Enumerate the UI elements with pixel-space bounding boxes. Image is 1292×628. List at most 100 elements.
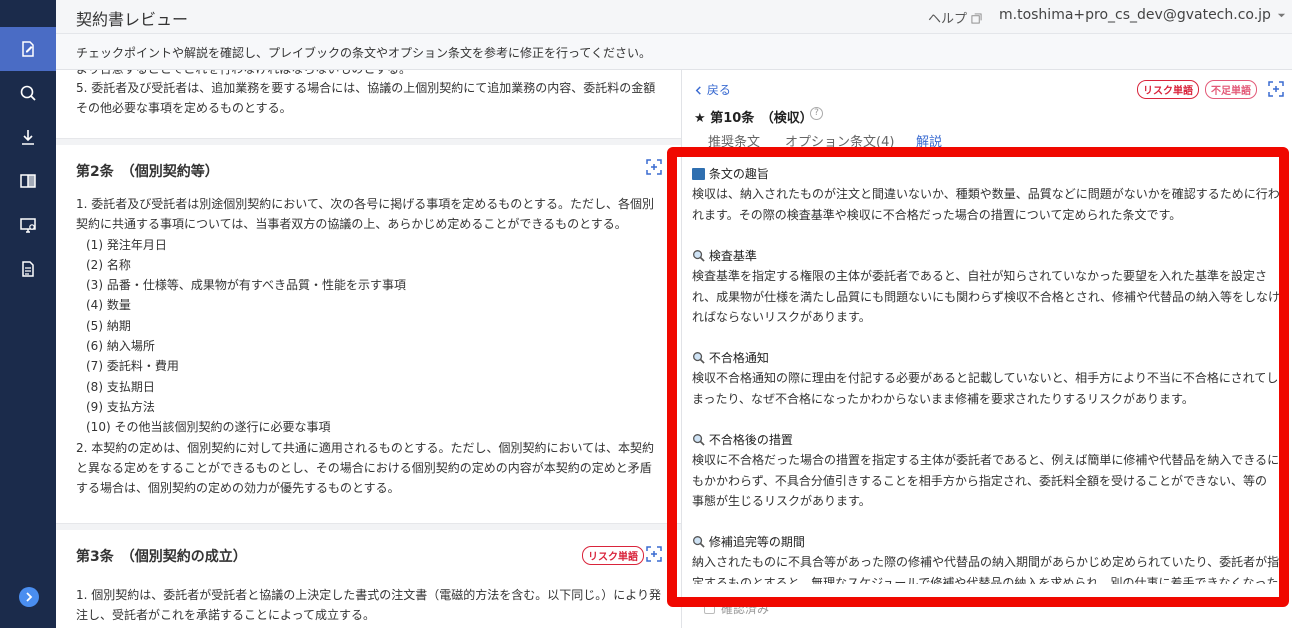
clause-line: 1. 個別契約は、委託者が受託者と協議の上決定した書式の注文書（電磁的方法を含む… [76,588,662,602]
tab-option-clauses[interactable]: オプション条文(4) [785,131,894,150]
contract-document: より合意することでこれを行わなければならないものとする。 5. 委託者及び受託者… [56,70,681,628]
document-nav-item[interactable] [0,247,56,291]
document-edit-icon [22,41,34,57]
risk-word-badge[interactable]: リスク単語 [582,546,644,565]
app-title: 契約書レビュー [76,10,189,29]
list-item: (4) 数量 [86,298,131,313]
help-link[interactable]: ヘルプ [928,8,982,27]
magnifier-icon [693,352,705,364]
confirmed-checkbox[interactable]: 確認済み [704,600,769,617]
section-heading: 不合格通知 [692,348,1282,368]
clause-line: 注し、受託者がこれを承諾することによって成立する。 [76,608,376,623]
magnifier-icon [693,434,705,446]
settings-nav-item[interactable] [0,203,56,247]
help-label: ヘルプ [928,12,968,27]
article-title: 第2条 （個別契約等） [76,164,219,180]
user-menu[interactable]: m.toshima+pro_cs_dev@gvatech.co.jp [999,7,1286,23]
focus-article-button[interactable] [646,546,662,562]
tab-recommended-clause[interactable]: 推奨条文 [708,131,760,150]
section-heading-text: 不合格後の措置 [708,433,793,447]
section-heading-text: 不合格通知 [708,351,769,365]
commentary-section: 不合格通知 検収不合格通知の際に理由を付記する必要があると記載していないと、相手… [692,348,1282,409]
risk-word-badge[interactable]: リスク単語 [1137,80,1199,99]
section-line: 検収は、納入されたものが注文と間違いないか、種類や数量、品質などに問題がないかを… [692,187,1280,202]
commentary-section: 検査基準 検査基準を指定する権限の主体が委託者であると、自社が知らされていなかっ… [692,246,1282,328]
clause-line: 契約に共通する事項については、当事者双方の協議の上、あらかじめ定めることができる… [76,217,627,232]
missing-word-badge[interactable]: 不足単語 [1205,80,1257,99]
list-item: (10) その他当該個別契約の遂行に必要な事項 [86,420,331,435]
tab-commentary[interactable]: 解説 [916,131,942,150]
review-nav-item[interactable] [0,27,56,71]
commentary-section: 条文の趣旨 検収は、納入されたものが注文と間違いないか、種類や数量、品質などに問… [692,164,1282,225]
search-nav-item[interactable] [0,71,56,115]
expand-icon [646,546,662,562]
list-item: (3) 品番・仕様等、成果物が有すべき品質・性能を示す事項 [86,278,406,293]
search-icon [20,85,36,101]
checkbox-box[interactable] [704,603,715,614]
clause-line: する場合は、個別契約の定めの効力が優先するものとする。 [76,481,400,496]
download-icon [22,130,34,145]
section-heading-text: 検査基準 [708,249,757,263]
section-heading: 不合格後の措置 [692,430,1282,450]
list-item: (2) 名称 [86,257,131,272]
section-line: れ、成果物が仕様を満たし品質にも問題ないにも関わらず検収不合格とされ、修補や代替… [692,289,1281,304]
external-link-icon [971,13,982,24]
clause-line: 1. 委託者及び受託者は別途個別契約において、次の各号に掲げる事項を定めるものと… [76,197,654,211]
download-nav-item[interactable] [0,115,56,159]
section-line: ればならないリスクがあります。 [692,310,871,325]
instruction-text: チェックポイントや解説を確認し、プレイブックの条文やオプション条文を参考に修正を… [76,46,652,60]
clause-line: その他必要な事項を定めるものとする。 [76,101,292,115]
clause-line: 5. 委託者及び受託者は、追加業務を要する場合には、協議の上個別契約にて追加業務… [76,81,656,95]
section-line: もかかわらず、不具合分値引きすることを相手方から指定され、委託料全額を受けること… [692,473,1268,488]
clause-line: と異なる定めをすることができるものとし、その場合における個別契約の定めの内容が本… [76,460,652,475]
list-item: (9) 支払方法 [86,399,155,414]
caret-down-icon [1278,13,1286,18]
focus-panel-button[interactable] [1268,81,1284,97]
commentary-content: 条文の趣旨 検収は、納入されたものが注文と間違いないか、種類や数量、品質などに問… [692,164,1282,584]
article-body: 1. 個別契約は、委託者が受託者と協議の上決定した書式の注文書（電磁的方法を含む… [76,585,661,626]
list-item: (7) 委託料・費用 [86,359,179,374]
article-3-card[interactable]: 第3条 （個別契約の成立） リスク単語 1. 個別契約は、委託者が受託者と協議の… [56,530,681,628]
clause-line: 2. 本契約の定めは、個別契約に対して共通に適用されるものとする。ただし、個別契… [76,440,654,455]
user-email: m.toshima+pro_cs_dev@gvatech.co.jp [999,7,1271,23]
section-line: まったり、なぜ不合格になったかわからないまま修補を要求されたりするリスクがありま… [692,391,1194,406]
checkbox-label: 確認済み [721,602,770,616]
list-item: (5) 納期 [86,318,131,333]
document-icon [22,261,34,277]
article-2-card[interactable]: 第2条 （個別契約等） 1. 委託者及び受託者は別途個別契約において、次の各号に… [56,145,681,524]
chevron-left-icon [695,86,701,95]
section-heading: 条文の趣旨 [692,164,1282,184]
article-title: 第3条 （個別契約の成立） [76,549,247,565]
monitor-gear-icon [20,218,36,233]
section-line: 検査基準を指定する権限の主体が委託者であると、自社が知らされていなかった要望を入… [692,269,1268,284]
magnifier-icon [693,250,705,262]
commentary-section: 修補追完等の期間 納入されたものに不具合等があった際の修補や代替品の納入期間があ… [692,532,1282,584]
help-icon[interactable]: ? [810,107,823,120]
section-heading: 検査基準 [692,246,1282,266]
article-heading-text: 第10条 （検収） [710,111,813,126]
back-label: 戻る [706,83,731,97]
star-icon: ★ [694,111,706,126]
section-heading-text: 修補追完等の期間 [708,535,805,549]
compare-nav-item[interactable] [0,159,56,203]
commentary-section: 不合格後の措置 検収に不合格だった場合の措置を指定する主体が委託者であると、例え… [692,430,1282,512]
section-heading: 修補追完等の期間 [692,532,1282,552]
expand-sidebar-button[interactable] [19,587,39,607]
section-line: 事態が生じるリスクがあります。 [692,494,871,509]
section-line: 検収不合格通知の際に理由を付記する必要があると記載していないと、相手方により不当… [692,371,1279,386]
expand-icon [1268,81,1284,97]
expand-icon [646,159,662,175]
side-nav [0,0,56,628]
list-item: (1) 発注年月日 [86,237,167,252]
commentary-panel: 戻る リスク単語 不足単語 ★ 第10条 （検収） ? 推奨条文 オプション条文… [681,70,1292,628]
list-item: (8) 支払期日 [86,379,155,394]
focus-article-button[interactable] [646,159,662,175]
book-icon [692,168,705,180]
top-header: 契約書レビュー ヘルプ m.toshima+pro_cs_dev@gvatech… [56,0,1292,34]
magnifier-icon [693,536,705,548]
article-1-card: より合意することでこれを行わなければならないものとする。 5. 委託者及び受託者… [56,70,681,139]
instruction-bar: チェックポイントや解説を確認し、プレイブックの条文やオプション条文を参考に修正を… [56,34,1292,70]
back-button[interactable]: 戻る [694,81,731,98]
split-view-icon [20,174,36,188]
list-item: (6) 納入場所 [86,339,155,354]
